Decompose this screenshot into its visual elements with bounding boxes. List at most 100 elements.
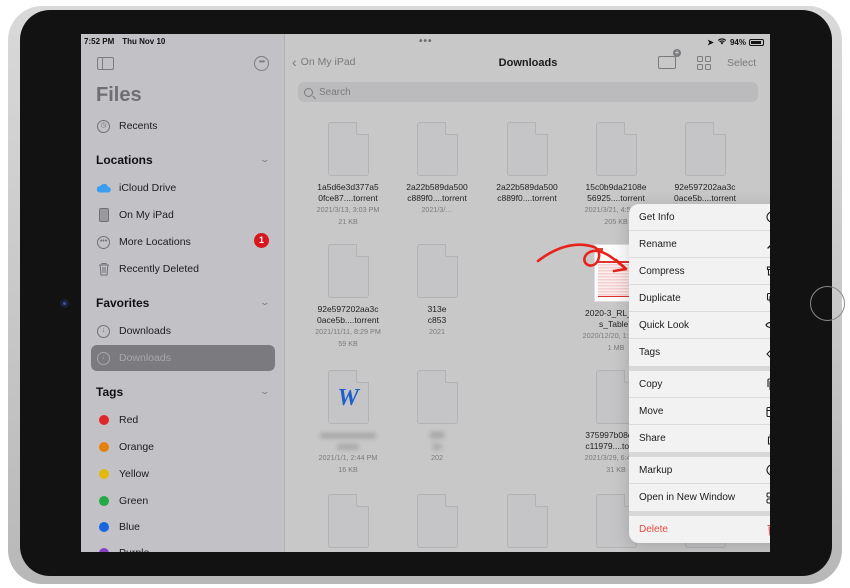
sidebar-item-more-locations[interactable]: ••• More Locations — [96, 232, 191, 252]
new-window-icon — [765, 491, 770, 505]
file-item[interactable]: 202 1x 202 — [392, 370, 482, 462]
sidebar-item-icloud-drive[interactable]: iCloud Drive — [96, 178, 176, 198]
menu-item-label: Open in New Window — [639, 492, 736, 503]
sidebar-item-recently-deleted[interactable]: Recently Deleted — [96, 259, 199, 279]
file-item[interactable]: 92e597202aa3c 0ace5b....torrent 2021/11/1… — [303, 244, 393, 348]
tag-color-dot — [98, 415, 109, 425]
battery-percent: 94% — [729, 37, 746, 47]
file-date: 2021/3/13, 3:03 PM — [316, 205, 380, 214]
sidebar-tag-red[interactable]: Red — [96, 410, 138, 430]
multitasking-grabber-icon[interactable]: ••• — [419, 36, 433, 47]
menu-item-delete[interactable]: Delete — [629, 516, 770, 543]
menu-item-share[interactable]: Share — [629, 425, 770, 452]
sidebar-item-downloads[interactable]: ↓ Downloads — [96, 321, 171, 341]
document-icon — [327, 494, 369, 548]
sidebar-item-label: Green — [119, 495, 149, 507]
sidebar-item-label: Recents — [119, 120, 158, 132]
sidebar-item-on-my-ipad[interactable]: On My iPad — [96, 205, 174, 225]
chevron-down-icon[interactable]: ⌄ — [259, 386, 270, 397]
word-document-icon: W — [327, 370, 369, 424]
eye-icon — [765, 318, 770, 332]
file-name: xxxxxxxxxxxxx xxxxx — [320, 430, 376, 451]
menu-item-rename[interactable]: Rename — [629, 231, 770, 258]
status-time: 7:52 PM — [84, 37, 115, 46]
file-item[interactable]: 2a22b589da500 c889f0....torrent — [482, 122, 572, 204]
favorites-heading: Favorites — [96, 296, 150, 310]
file-item[interactable] — [482, 494, 572, 548]
menu-item-label: Tags — [639, 347, 661, 358]
ipad-icon — [96, 208, 111, 223]
sidebar-item-label: Recently Deleted — [119, 263, 199, 275]
menu-item-markup[interactable]: Markup — [629, 457, 770, 484]
notification-badge: 1 — [254, 233, 269, 248]
context-menu: Get Info Rename Compress Duplicate Quick Loo… — [629, 204, 770, 543]
file-name: 92e597202aa3c 0ace5b....torrent — [317, 304, 379, 325]
menu-item-duplicate[interactable]: Duplicate — [629, 285, 770, 312]
file-item[interactable]: 1a5d6e3d377a5 0fce87....torrent 2021/3/13… — [303, 122, 393, 226]
file-name: 2a22b589da500 c889f0....torrent — [406, 182, 468, 203]
icloud-icon — [96, 181, 111, 196]
trash-icon — [765, 523, 770, 537]
search-placeholder: Search — [319, 86, 351, 98]
menu-item-compress[interactable]: Compress — [629, 258, 770, 285]
file-name: 1a5d6e3d377a5 0fce87....torrent — [317, 182, 379, 203]
search-input[interactable]: Search — [298, 82, 758, 102]
status-bar-left: 7:52 PM Thu Nov 10 — [84, 37, 165, 46]
copy-icon — [765, 377, 770, 391]
sidebar-item-label: Purple — [119, 547, 149, 552]
duplicate-icon — [765, 291, 770, 305]
sidebar-toggle-icon[interactable] — [97, 57, 114, 70]
menu-item-quick-look[interactable]: Quick Look — [629, 312, 770, 339]
menu-item-copy[interactable]: Copy — [629, 371, 770, 398]
file-item[interactable]: Wxxxxxxxxxxxxx xxxxx 2021/1/1, 2:44 PM 16 … — [303, 370, 393, 474]
file-item[interactable]: 313e c853 2021 — [392, 244, 482, 336]
document-icon — [684, 122, 726, 176]
document-icon — [506, 494, 548, 548]
document-icon — [595, 122, 637, 176]
sidebar-tag-blue[interactable]: Blue — [96, 517, 140, 537]
new-folder-icon[interactable] — [658, 49, 681, 69]
back-button[interactable]: ‹ On My iPad — [292, 55, 356, 69]
sidebar-tag-orange[interactable]: Orange — [96, 437, 154, 457]
sidebar-item-recents[interactable]: ◷ Recents — [96, 116, 158, 136]
menu-item-open-in-new-window[interactable]: Open in New Window — [629, 484, 770, 511]
menu-item-label: Rename — [639, 238, 677, 250]
menu-item-tags[interactable]: Tags — [629, 339, 770, 366]
file-item[interactable] — [303, 494, 393, 548]
sidebar-tag-green[interactable]: Green — [96, 491, 148, 511]
tag-color-dot — [98, 522, 109, 532]
file-date: 2021/3/… — [421, 205, 453, 214]
menu-item-label: Compress — [639, 265, 685, 277]
menu-item-label: Copy — [639, 378, 663, 390]
chevron-down-icon[interactable]: ⌄ — [259, 154, 270, 165]
ellipsis-circle-icon: ••• — [96, 235, 111, 250]
document-icon — [327, 244, 369, 298]
home-button[interactable] — [810, 286, 845, 321]
info-icon — [765, 210, 770, 224]
file-date: 2021/11/11, 8:29 PM — [315, 327, 381, 336]
sidebar-tag-purple[interactable]: Purple — [96, 543, 149, 552]
grid-view-icon[interactable] — [697, 56, 711, 70]
wifi-icon — [717, 37, 727, 47]
clock-icon: ◷ — [96, 119, 111, 134]
file-name: 202 1x — [429, 430, 445, 451]
file-item[interactable] — [392, 494, 482, 548]
menu-item-get-info[interactable]: Get Info — [629, 204, 770, 231]
sidebar-item-label: Red — [119, 414, 139, 426]
menu-item-move[interactable]: Move — [629, 398, 770, 425]
select-button[interactable]: Select — [727, 57, 756, 69]
sidebar-item-downloads-selected[interactable]: ↓ Downloads — [96, 348, 171, 368]
file-name: 313e c853 — [427, 304, 447, 325]
share-icon — [765, 432, 770, 446]
more-options-icon[interactable]: ••• — [254, 56, 269, 71]
file-item[interactable]: 2a22b589da500 c889f0....torrent 2021/3/… — [392, 122, 482, 214]
tag-color-dot — [98, 442, 109, 452]
file-date: 2021/1/1, 2:44 PM — [318, 453, 378, 462]
sidebar-item-label: iCloud Drive — [119, 182, 177, 194]
download-icon: ↓ — [96, 351, 111, 366]
sidebar-item-label: On My iPad — [119, 209, 174, 221]
folder-icon — [765, 404, 770, 418]
chevron-down-icon[interactable]: ⌄ — [259, 297, 270, 308]
menu-item-label: Delete — [639, 524, 668, 535]
sidebar-tag-yellow[interactable]: Yellow — [96, 464, 149, 484]
